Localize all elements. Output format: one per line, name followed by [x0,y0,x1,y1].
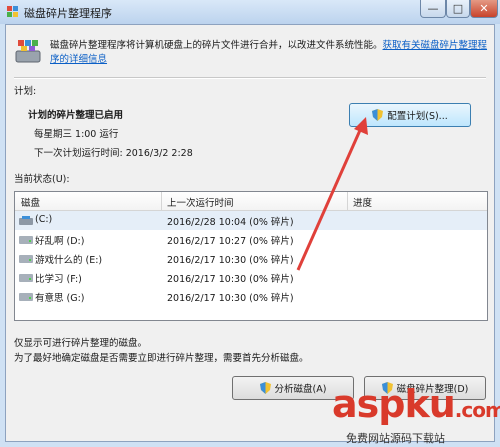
watermark-subtitle: 免费网站源码下载站 [346,432,445,445]
drive-icon [19,274,33,282]
column-divider [347,192,348,210]
title-bar: 磁盘碎片整理程序 — □ ✕ [0,0,500,24]
configure-schedule-label: 配置计划(S)... [387,111,448,122]
last-run: 2016/2/17 10:30 (0% 碎片) [167,274,294,285]
watermark: aspku.com 免费网站源码下载站 [326,380,500,447]
configure-schedule-button[interactable]: 配置计划(S)... [349,103,471,127]
schedule-frequency: 每星期三 1:00 运行 [34,129,119,140]
last-run: 2016/2/17 10:30 (0% 碎片) [167,255,294,266]
system-drive-icon [19,216,33,225]
schedule-status: 计划的碎片整理已启用 [28,110,124,121]
analyze-disk-label: 分析磁盘(A) [274,384,327,395]
description: 磁盘碎片整理程序将计算机硬盘上的碎片文件进行合并，以改进文件系统性能。获取有关磁… [50,39,490,67]
disk-row[interactable]: 游戏什么的 (E:) 2016/2/17 10:30 (0% 碎片) [15,249,487,268]
footer-note-2: 为了最好地确定磁盘是否需要立即进行碎片整理，需要首先分析磁盘。 [14,353,309,364]
shield-icon [259,382,271,394]
current-status-label: 当前状态(U): [14,174,70,185]
minimize-button[interactable]: — [420,0,446,18]
drive-icon [19,236,33,244]
drive-icon [19,293,33,301]
list-header: 磁盘 上一次运行时间 进度 [15,192,487,211]
close-button[interactable]: ✕ [470,0,498,18]
defrag-app-icon [7,6,18,17]
disk-name: 游戏什么的 (E:) [35,255,103,266]
disk-name: 有意思 (G:) [35,293,85,304]
next-run-time: 下一次计划运行时间: 2016/3/2 2:28 [34,148,193,159]
column-divider [161,192,162,210]
window-title: 磁盘碎片整理程序 [24,7,112,20]
watermark-text: aspku.com [332,382,500,426]
defrag-window: 磁盘碎片整理程序 — □ ✕ 磁盘碎片整理程序将计算机硬盘上的碎片文件进行合并，… [0,0,500,447]
description-text: 磁盘碎片整理程序将计算机硬盘上的碎片文件进行合并，以改进文件系统性能。 [50,40,383,51]
disk-row[interactable]: 比学习 (F:) 2016/2/17 10:30 (0% 碎片) [15,268,487,287]
disk-row[interactable]: 有意思 (G:) 2016/2/17 10:30 (0% 碎片) [15,287,487,306]
shield-icon [372,109,384,121]
disk-row[interactable]: 好乱啊 (D:) 2016/2/17 10:27 (0% 碎片) [15,230,487,249]
defrag-icon [15,40,41,63]
column-disk[interactable]: 磁盘 [21,195,40,209]
drive-icon [19,255,33,263]
last-run: 2016/2/28 10:04 (0% 碎片) [167,217,294,228]
maximize-button[interactable]: □ [446,0,470,18]
last-run: 2016/2/17 10:30 (0% 碎片) [167,293,294,304]
footer-note-1: 仅显示可进行碎片整理的磁盘。 [14,338,148,349]
disk-name: (C:) [35,214,53,225]
last-run: 2016/2/17 10:27 (0% 碎片) [167,236,294,247]
column-progress[interactable]: 进度 [353,195,372,209]
disk-name: 好乱啊 (D:) [35,236,85,247]
disk-row[interactable]: (C:) 2016/2/28 10:04 (0% 碎片) [15,211,487,230]
disk-list[interactable]: 磁盘 上一次运行时间 进度 (C:) 2016/2/28 10:04 (0% 碎… [14,191,488,321]
column-last-run[interactable]: 上一次运行时间 [167,195,234,209]
disk-name: 比学习 (F:) [35,274,82,285]
schedule-section-label: 计划: [14,86,37,97]
separator [14,77,486,79]
